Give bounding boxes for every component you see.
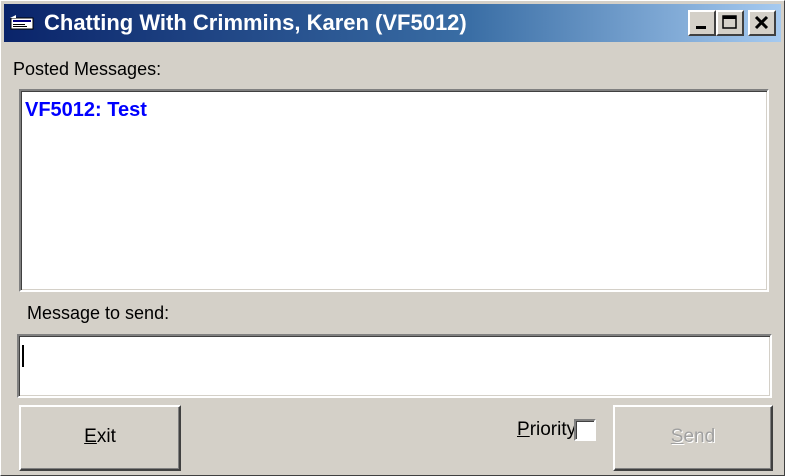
exit-button[interactable]: Exit <box>19 405 181 471</box>
maximize-button[interactable] <box>716 10 744 36</box>
posted-messages-list[interactable]: VF5012: Test <box>19 89 769 292</box>
message-to-send-label: Message to send: <box>27 303 170 323</box>
message-line: VF5012: Test <box>25 99 147 121</box>
message-input[interactable] <box>17 334 772 398</box>
title-bar[interactable]: Chatting With Crimmins, Karen (VF5012) <box>4 4 781 42</box>
priority-label[interactable]: Priority <box>517 419 576 441</box>
chat-window: Chatting With Crimmins, Karen (VF5012) P… <box>0 0 785 476</box>
minimize-icon <box>696 26 706 29</box>
maximize-icon <box>722 15 737 29</box>
text-caret <box>22 345 24 367</box>
priority-checkbox[interactable] <box>574 419 596 441</box>
minimize-button[interactable] <box>688 10 716 36</box>
chat-window-icon <box>10 15 34 30</box>
send-button[interactable]: Send <box>613 405 773 471</box>
close-icon <box>754 15 769 30</box>
posted-messages-label: Posted Messages: <box>13 59 162 79</box>
close-button[interactable] <box>748 10 776 36</box>
window-title: Chatting With Crimmins, Karen (VF5012) <box>44 10 467 35</box>
